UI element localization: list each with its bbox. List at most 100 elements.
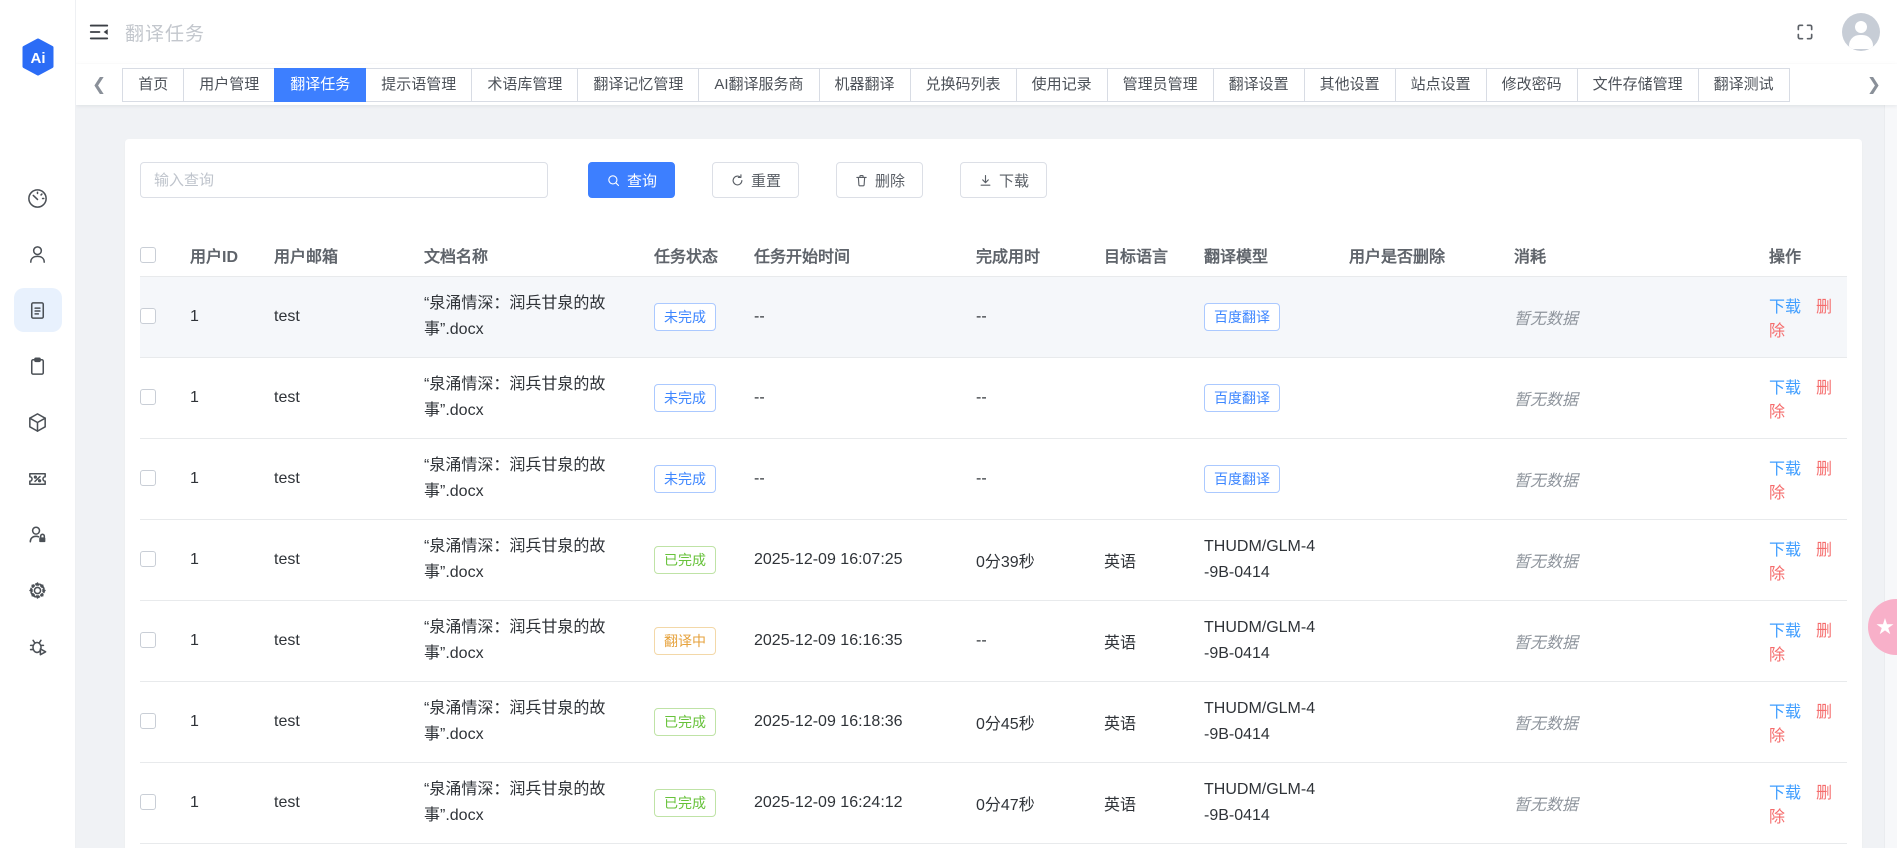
row-download-link[interactable]: 下载 [1769,785,1801,802]
cell-user-id: 1 [190,712,199,730]
tab-首页[interactable]: 首页 [122,67,185,102]
tab-翻译记忆管理[interactable]: 翻译记忆管理 [577,67,700,102]
row-download-link[interactable]: 下载 [1769,542,1801,559]
row-download-link[interactable]: 下载 [1769,704,1801,721]
cell-model: THUDM/GLM-4-9B-0414 [1204,600,1349,681]
page-title: 翻译任务 [125,23,206,45]
sidebar-item-admins[interactable] [14,512,62,556]
cell-user-id: 1 [190,793,199,811]
content-area: 查询 重置 删除 下载 [76,105,1897,848]
cell-model: THUDM/GLM-4-9B-0414 [1204,681,1349,762]
row-checkbox[interactable] [140,632,156,649]
query-button[interactable]: 查询 [588,162,676,198]
table-header-row: 用户ID 用户邮箱 文档名称 任务状态 任务开始时间 完成用时 目标语言 翻译模… [140,235,1847,276]
tab-翻译设置[interactable]: 翻译设置 [1212,67,1305,102]
cell-doc-name: “泉涌情深：润兵甘泉的故事”.docx [424,780,606,824]
tab-站点设置[interactable]: 站点设置 [1394,67,1487,102]
tab-文件存储管理[interactable]: 文件存储管理 [1576,67,1699,102]
status-badge: 已完成 [654,707,716,736]
cell-user-deleted [1349,276,1514,357]
tab-术语库管理[interactable]: 术语库管理 [471,67,579,102]
col-actions: 操作 [1769,249,1802,267]
tab-bar: ❮ 首页 用户管理 翻译任务 提示语管理 术语库管理 翻译记忆管理 AI翻译服务商 机器翻译兑… [76,64,1897,105]
cell-duration: -- [976,307,987,325]
sidebar-item-settings[interactable] [14,568,62,612]
tab-兑换码列表[interactable]: 兑换码列表 [909,67,1017,102]
cell-start-time: -- [754,469,765,487]
cell-model: 百度翻译 [1204,276,1349,357]
content-card: 查询 重置 删除 下载 [125,139,1862,848]
tabs-scroll-left-icon[interactable]: ❮ [86,76,112,93]
sidebar-item-package[interactable] [14,400,62,444]
col-model: 翻译模型 [1204,249,1269,267]
table-row: 1 test “泉涌情深：润兵甘泉的故事”.docx 未完成 -- -- 百度翻… [140,276,1847,357]
cell-start-time: 2025-12-09 16:16:35 [754,631,903,649]
sidebar-item-coupons[interactable] [14,456,62,500]
delete-button[interactable]: 删除 [836,162,924,198]
sidebar-item-users[interactable] [14,232,62,276]
cell-actions: 下载 删除 [1769,357,1847,438]
sidebar-item-debug[interactable] [14,624,62,668]
logo-text: Ai [30,50,45,67]
col-start-time: 任务开始时间 [754,249,851,267]
cell-email: test [274,307,300,325]
bug-icon [29,639,47,655]
user-avatar[interactable] [1842,13,1880,51]
download-icon [980,174,991,186]
vertical-scrollbar[interactable] [1884,105,1897,848]
sidebar-item-clipboard[interactable] [14,344,62,388]
tab-修改密码[interactable]: 修改密码 [1485,67,1578,102]
cell-email: test [274,388,300,406]
row-checkbox[interactable] [140,470,156,487]
tab-用户管理[interactable]: 用户管理 [183,67,276,102]
cell-target-lang [1104,276,1204,357]
cell-duration: 0分45秒 [976,715,1035,733]
row-download-link[interactable]: 下载 [1769,299,1801,316]
cell-doc-name: “泉涌情深：润兵甘泉的故事”.docx [424,537,606,581]
sidebar-item-translation-tasks[interactable] [13,288,62,332]
cell-user-id: 1 [190,307,199,325]
row-checkbox[interactable] [140,551,156,568]
tab-翻译任务[interactable]: 翻译任务 [274,67,367,102]
row-checkbox[interactable] [140,713,156,730]
tab-使用记录[interactable]: 使用记录 [1015,67,1108,102]
row-download-link[interactable]: 下载 [1769,380,1801,397]
col-target-lang: 目标语言 [1104,249,1169,267]
tab-提示语管理[interactable]: 提示语管理 [365,67,473,102]
cell-user-deleted [1349,681,1514,762]
cell-duration: 0分47秒 [976,796,1035,814]
cell-consumption: 暂无数据 [1514,310,1579,328]
reset-button[interactable]: 重置 [712,162,800,198]
row-checkbox[interactable] [140,794,156,811]
cell-actions: 下载 删除 [1769,276,1847,357]
cell-email: test [274,793,300,811]
row-download-link[interactable]: 下载 [1769,461,1801,478]
fullscreen-icon[interactable] [1795,22,1815,42]
row-download-link[interactable]: 下载 [1769,623,1801,640]
cell-user-id: 1 [190,469,199,487]
status-badge: 已完成 [654,545,716,574]
sidebar-item-dashboard[interactable] [14,176,62,220]
tabs-scroll-right-icon[interactable]: ❯ [1861,76,1887,93]
cell-status: 翻译中 [654,600,754,681]
tab-AI翻译服务商[interactable]: AI翻译服务商 [698,67,820,102]
cell-user-deleted [1349,600,1514,681]
tab-机器翻译[interactable]: 机器翻译 [818,67,911,102]
search-input[interactable] [140,162,548,198]
model-tag: 百度翻译 [1204,464,1280,493]
cell-actions: 下载 删除 [1769,600,1847,681]
cell-status: 已完成 [654,681,754,762]
model-tag: 百度翻译 [1204,302,1280,331]
tab-其他设置[interactable]: 其他设置 [1303,67,1396,102]
download-button[interactable]: 下载 [960,162,1048,198]
document-icon [30,301,45,319]
tab-管理员管理[interactable]: 管理员管理 [1106,67,1214,102]
select-all-checkbox[interactable] [140,247,156,264]
row-checkbox[interactable] [140,389,156,406]
tab-翻译测试[interactable]: 翻译测试 [1697,67,1790,102]
collapse-menu-icon[interactable] [88,21,110,43]
user-icon [30,245,45,263]
sidebar: Ai [0,0,76,848]
app-logo[interactable]: Ai [19,38,57,76]
row-checkbox[interactable] [140,308,156,325]
